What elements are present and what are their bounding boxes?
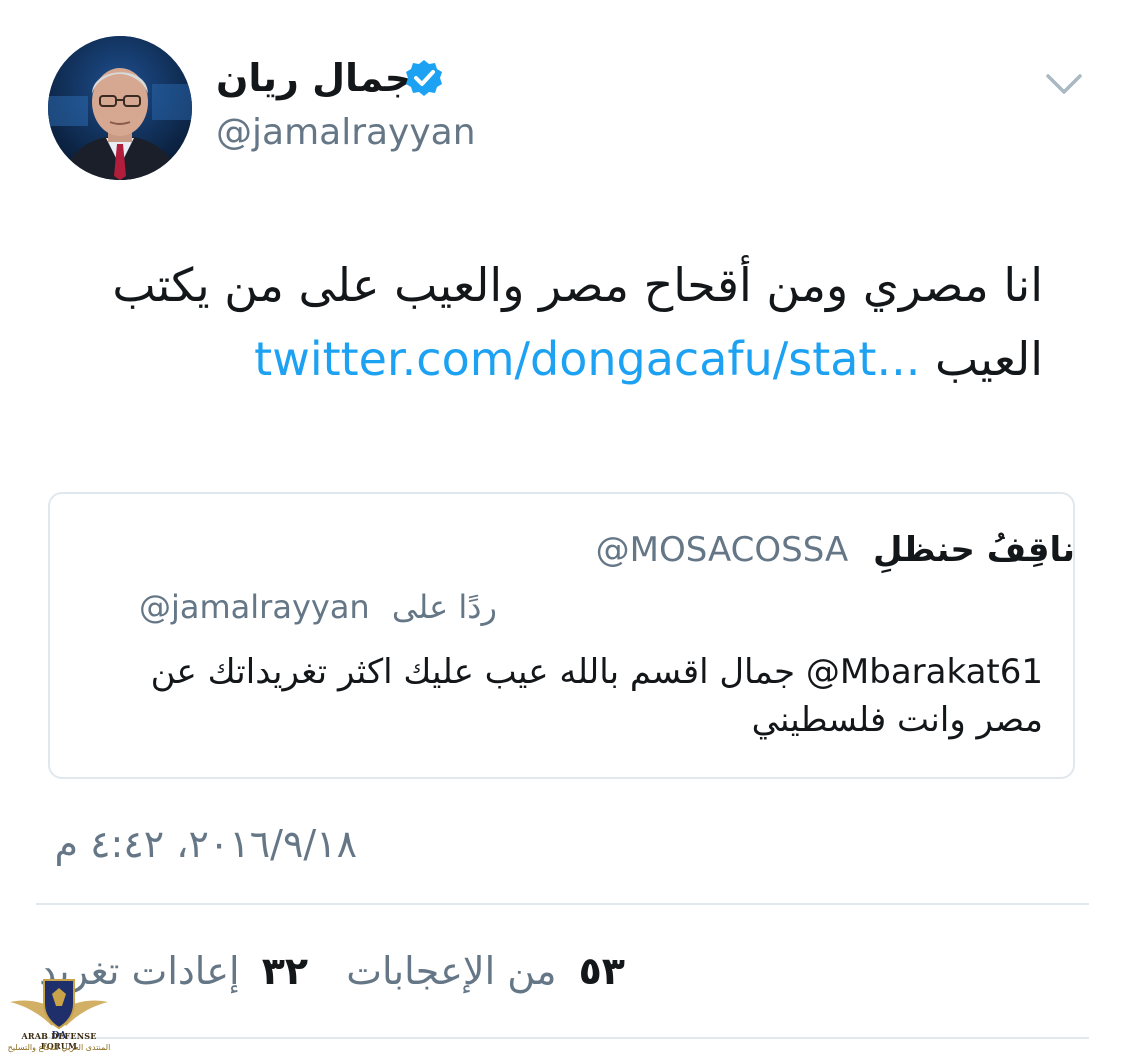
tweet-text: انا مصري ومن أقحاح مصر والعيب على من يكت… (43, 248, 1043, 396)
divider (36, 1037, 1089, 1039)
author-handle[interactable]: @jamalrayyan (216, 110, 476, 156)
reply-to-handle[interactable]: @jamalrayyan (139, 588, 370, 626)
reply-prefix: ردًا على (391, 588, 497, 626)
likes-count: ٥٣ (578, 949, 625, 993)
chevron-down-icon[interactable] (1044, 70, 1084, 98)
likes-stat[interactable]: ٥٣ من الإعجابات (334, 949, 625, 993)
retweets-count: ٣٢ (261, 949, 309, 993)
quoted-author-handle: @MOSACOSSA (595, 530, 849, 570)
tweet-link[interactable]: twitter.com/dongacafu/stat... (254, 332, 920, 386)
quoted-reply-context: ردًا على @jamalrayyan (139, 585, 497, 629)
tweet-timestamp: ٢٠١٦/٩/١٨، ٤:٤٢ م (54, 822, 357, 866)
quoted-tweet-author: ناقِفُ حنظلِ @MOSACOSSA (596, 528, 1075, 572)
tweet-stats: ٥٣ من الإعجابات ٣٢ إعادات تغريد (39, 946, 625, 996)
author-display-name[interactable]: جمال ريان (216, 52, 412, 104)
watermark-subtitle: المنتدى العربي للدفاع والتسليح (7, 1043, 111, 1052)
verified-badge-icon (406, 60, 442, 96)
likes-label: من الإعجابات (346, 949, 557, 993)
profile-photo-icon (48, 36, 192, 180)
quoted-tweet-text: @Mbarakat61 جمال اقسم بالله عيب عليك اكث… (83, 648, 1043, 744)
quoted-mention[interactable]: @Mbarakat61 (806, 652, 1043, 692)
author-avatar[interactable] (48, 36, 192, 180)
divider (36, 903, 1089, 905)
quoted-author-name: ناقِفُ حنظلِ (873, 530, 1075, 570)
